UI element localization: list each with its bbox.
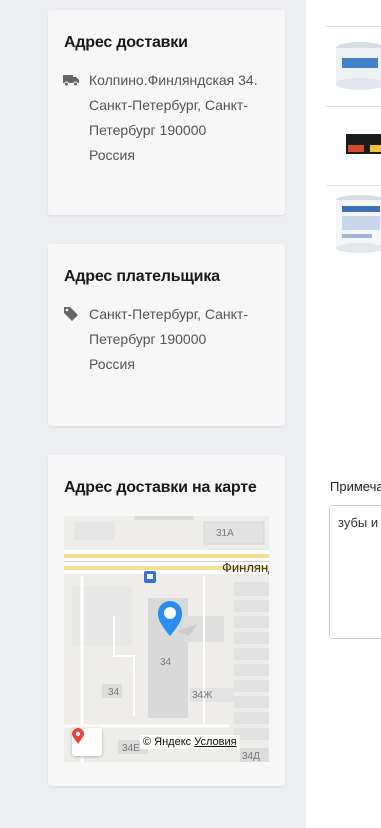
map-building-label: 34Ж xyxy=(192,690,213,701)
delivery-address-card: Адрес доставки Колпино.Финляндская 34. С… xyxy=(48,10,285,215)
delivery-address-line: Петербург 190000 xyxy=(89,122,207,138)
terms-link[interactable]: Условия xyxy=(194,736,236,748)
map-building-label: 31А xyxy=(216,528,234,539)
map-building-label: 34Е xyxy=(122,743,140,754)
map-building-label: 34 xyxy=(160,657,172,668)
delivery-address: Колпино.Финляндская 34. Санкт-Петербург,… xyxy=(48,68,285,168)
product-image[interactable] xyxy=(330,194,381,254)
note-value: зубы и xyxy=(338,515,379,530)
yandex-map[interactable]: Финлянд 31А 34 34 34Ж 34Е 34Д © Яндекс У… xyxy=(64,516,269,762)
payer-address-title: Адрес плательщика xyxy=(64,268,220,285)
delivery-address-line: Санкт-Петербург, Санкт- xyxy=(89,97,249,113)
right-column: Примеча зубы и xyxy=(306,0,381,828)
product-separator xyxy=(326,106,381,107)
payer-address-line: Россия xyxy=(89,356,135,372)
delivery-address-title: Адрес доставки xyxy=(64,34,188,51)
yandex-copyright: © Яндекс xyxy=(143,736,192,748)
product-image[interactable] xyxy=(330,128,381,160)
payer-address-line: Петербург 190000 xyxy=(89,331,207,347)
map-building-label: 34Д xyxy=(242,751,260,762)
payer-address-line: Санкт-Петербург, Санкт- xyxy=(89,306,249,322)
product-image xyxy=(330,0,381,6)
note-label: Примеча xyxy=(330,479,381,494)
note-textarea[interactable]: зубы и xyxy=(329,505,381,639)
map-tiles xyxy=(64,516,269,762)
map-pin-icon xyxy=(72,728,84,744)
map-open-button[interactable] xyxy=(72,728,102,756)
delivery-address-line: Колпино.Финляндская 34. xyxy=(89,72,258,88)
left-column: Адрес доставки Колпино.Финляндская 34. С… xyxy=(0,0,306,828)
payer-address-card: Адрес плательщика Санкт-Петербург, Санкт… xyxy=(48,244,285,426)
map-building-label: 34 xyxy=(108,687,120,698)
product-separator xyxy=(326,26,381,27)
map-attribution: © Яндекс Условия xyxy=(140,735,240,749)
delivery-map-card: Адрес доставки на карте Финлян 31А 34 34… xyxy=(48,455,285,786)
delivery-map-title: Адрес доставки на карте xyxy=(64,479,257,496)
product-separator xyxy=(326,185,381,186)
product-image[interactable] xyxy=(330,36,381,92)
tag-icon xyxy=(64,307,78,321)
delivery-address-line: Россия xyxy=(89,147,135,163)
payer-address: Санкт-Петербург, Санкт- Петербург 190000… xyxy=(48,302,285,377)
truck-icon xyxy=(63,75,79,87)
map-street-label: Финлянд xyxy=(222,560,269,575)
